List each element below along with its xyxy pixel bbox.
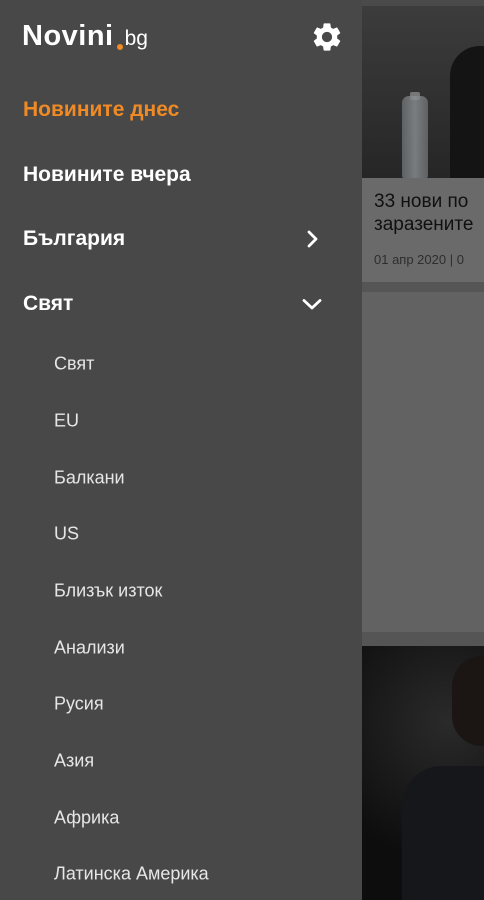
person-body-shape [402, 766, 484, 900]
menu-item-world[interactable]: Свят [0, 276, 362, 332]
submenu-item-label: EU [54, 410, 80, 431]
logo-domain: bg [124, 27, 148, 50]
card-divider [362, 632, 484, 646]
chevron-down-icon [302, 299, 322, 310]
card-divider [362, 282, 484, 292]
menu-item-yesterday-news[interactable]: Новините вчера [0, 147, 362, 203]
app-logo[interactable]: Novini bg [22, 20, 148, 56]
logo-text: Novini [22, 20, 114, 52]
water-bottle-shape [402, 96, 428, 178]
article-card-placeholder[interactable] [362, 292, 484, 632]
submenu-item-label: Близък изток [54, 580, 163, 601]
article-title[interactable]: 33 нови по заразените [374, 190, 484, 236]
chair-shape [450, 46, 484, 178]
submenu-item-label: US [54, 523, 80, 544]
submenu-item-middle-east[interactable]: Близък изток [0, 567, 362, 615]
logo-dot [116, 44, 123, 50]
article-image[interactable] [362, 6, 484, 178]
submenu-item-latin-america[interactable]: Латинска Америка [0, 850, 362, 898]
submenu-item-us[interactable]: US [0, 510, 362, 558]
submenu-item-asia[interactable]: Азия [0, 737, 362, 785]
person-head-shape [452, 656, 484, 746]
submenu-item-world[interactable]: Свят [0, 340, 362, 388]
navigation-drawer: Novini bg Новините днес Новините вчера Б… [0, 0, 362, 900]
article-meta: 01 апр 2020 | 0 [374, 252, 464, 267]
menu-item-bulgaria[interactable]: България [0, 211, 362, 267]
submenu-item-russia[interactable]: Русия [0, 680, 362, 728]
menu-item-label: България [23, 227, 126, 250]
submenu-item-analyses[interactable]: Анализи [0, 624, 362, 672]
article-card[interactable]: 33 нови по заразените 01 апр 2020 | 0 [362, 178, 484, 282]
menu-item-label: Свят [23, 292, 74, 315]
menu-item-today-news[interactable]: Новините днес [0, 82, 362, 138]
gear-icon [313, 23, 341, 51]
submenu-item-label: Свят [54, 353, 95, 374]
menu-item-label: Новините вчера [23, 163, 191, 186]
menu-item-label: Новините днес [23, 98, 180, 121]
submenu-item-eu[interactable]: EU [0, 397, 362, 445]
submenu-item-label: Африка [54, 807, 120, 828]
submenu-item-label: Русия [54, 693, 104, 714]
submenu-item-africa[interactable]: Африка [0, 794, 362, 842]
settings-button[interactable] [310, 20, 344, 54]
submenu-item-label: Азия [54, 750, 95, 771]
submenu-item-label: Анализи [54, 637, 125, 658]
submenu-item-balkans[interactable]: Балкани [0, 454, 362, 502]
submenu-item-label: Латинска Америка [54, 863, 209, 884]
chevron-right-icon [307, 230, 318, 248]
submenu-item-label: Балкани [54, 467, 125, 488]
article-image[interactable] [362, 646, 484, 900]
